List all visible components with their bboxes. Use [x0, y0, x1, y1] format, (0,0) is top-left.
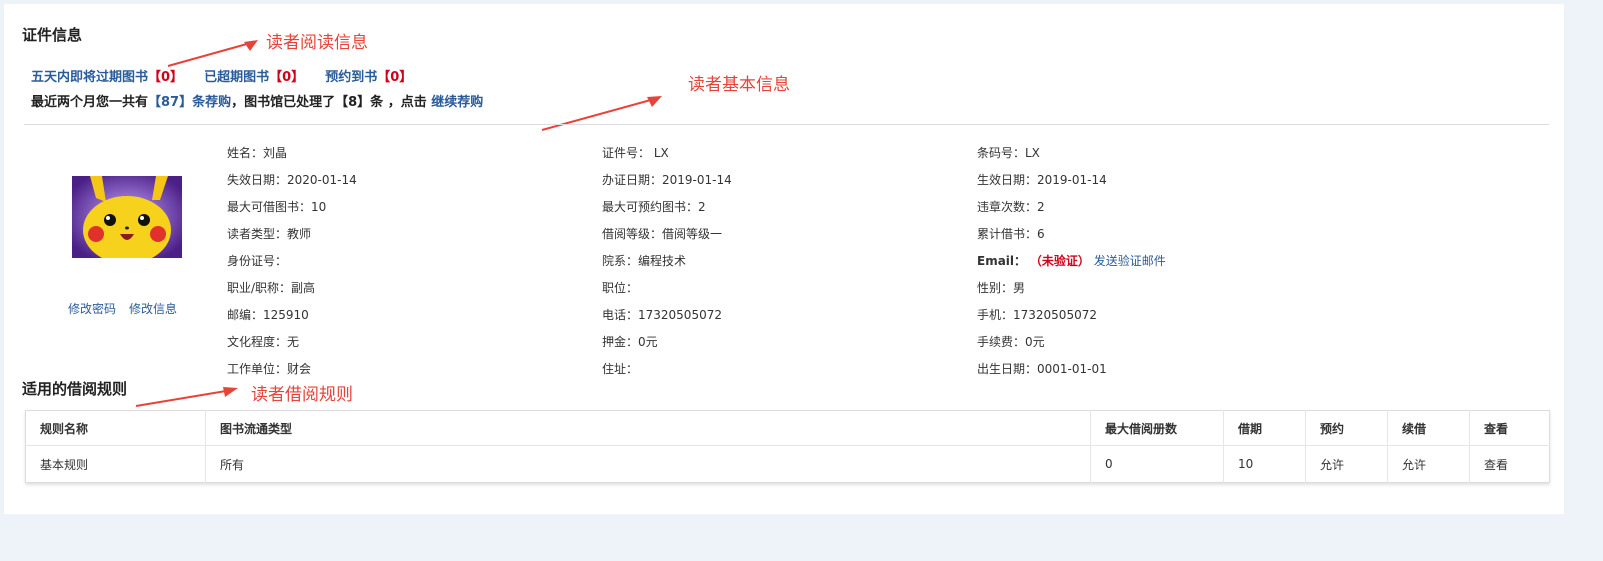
- info-work-unit: 工作单位：财会: [227, 362, 312, 376]
- table-header-row: 规则名称 图书流通类型 最大借阅册数 借期 预约 续借 查看: [25, 410, 1550, 446]
- purchase-link[interactable]: 条荐购: [192, 95, 231, 110]
- arrow-icon: [167, 40, 258, 67]
- info-effective-date: 生效日期：2019-01-14: [977, 173, 1107, 187]
- overdue-books-link[interactable]: 已超期图书: [204, 70, 269, 85]
- cell-renew: 允许: [1387, 445, 1470, 483]
- certificate-title: 证件信息: [22, 26, 83, 44]
- overdue-count: 【0】: [269, 70, 305, 85]
- info-gender: 性别：男: [977, 281, 1026, 295]
- info-issue-date: 办证日期：2019-01-14: [602, 173, 732, 187]
- info-fee: 手续费：0元: [977, 335, 1045, 349]
- info-column-2: 证件号： LX 办证日期：2019-01-14 最大可预约图书：2 借阅等级：借…: [602, 140, 732, 383]
- change-info-link[interactable]: 修改信息: [129, 300, 177, 317]
- continue-purchase-link[interactable]: 继续荐购: [431, 95, 483, 110]
- info-name: 姓名：刘晶: [227, 146, 288, 160]
- info-occupation: 职业/职称：副高: [227, 281, 316, 295]
- column-reserve: 预约: [1305, 410, 1388, 446]
- info-max-reserve: 最大可预约图书：2: [602, 200, 706, 214]
- cell-rule-name: 基本规则: [25, 445, 206, 483]
- column-renew: 续借: [1387, 410, 1470, 446]
- info-barcode: 条码号：LX: [977, 146, 1040, 160]
- purchase-summary: 最近两个月您一共有【87】条荐购，图书馆已处理了【8】条 ，点击 继续荐购: [31, 91, 483, 110]
- send-verification-link[interactable]: 发送验证邮件: [1094, 254, 1166, 268]
- arrow-icon: [135, 387, 238, 407]
- info-reader-type: 读者类型：教师: [227, 227, 312, 241]
- reserved-count: 【0】: [377, 70, 413, 85]
- divider: [24, 124, 1549, 125]
- info-violations: 违章次数：2: [977, 200, 1045, 214]
- info-education: 文化程度：无: [227, 335, 300, 349]
- cell-reserve: 允许: [1305, 445, 1388, 483]
- reader-avatar: [72, 176, 182, 258]
- cell-loan-period: 10: [1223, 445, 1306, 483]
- info-card-number: 证件号： LX: [602, 146, 669, 160]
- info-column-1: 姓名：刘晶 失效日期：2020-01-14 最大可借图书：10 读者类型：教师 …: [227, 140, 357, 383]
- info-deposit: 押金：0元: [602, 335, 658, 349]
- table-row: 基本规则 所有 0 10 允许 允许 查看: [25, 445, 1550, 483]
- info-birth-date: 出生日期：0001-01-01: [977, 362, 1107, 376]
- info-position: 职位：: [602, 281, 639, 295]
- borrow-rules-table: 规则名称 图书流通类型 最大借阅册数 借期 预约 续借 查看 基本规则 所有 0…: [25, 410, 1550, 483]
- info-phone: 电话：17320505072: [602, 308, 722, 322]
- annotation-reading-info: 读者阅读信息: [266, 33, 368, 53]
- pikachu-avatar-icon: [72, 176, 182, 258]
- change-password-link[interactable]: 修改密码: [68, 300, 116, 317]
- purchase-middle: ，图书馆已处理了【8】条 ，点击: [231, 95, 427, 110]
- column-loan-period: 借期: [1223, 410, 1306, 446]
- info-address: 住址：: [602, 362, 639, 376]
- info-max-borrow: 最大可借图书：10: [227, 200, 327, 214]
- info-borrow-level: 借阅等级：借阅等级一: [602, 227, 723, 241]
- view-rule-link[interactable]: 查看: [1470, 446, 1550, 483]
- column-rule-name: 规则名称: [25, 410, 206, 446]
- info-postcode: 邮编：125910: [227, 308, 309, 322]
- info-department: 院系：编程技术: [602, 254, 687, 268]
- info-id-number: 身份证号：: [227, 254, 288, 268]
- info-total-borrowed: 累计借书：6: [977, 227, 1045, 241]
- info-expire-date: 失效日期：2020-01-14: [227, 173, 357, 187]
- purchase-count-link[interactable]: 【87】: [148, 95, 192, 110]
- expiring-books-link[interactable]: 五天内即将过期图书: [31, 70, 148, 85]
- column-max-borrow: 最大借阅册数: [1090, 410, 1224, 446]
- cell-max-borrow: 0: [1090, 445, 1224, 483]
- email-status: （未验证）: [1029, 254, 1090, 268]
- column-circulation-type: 图书流通类型: [205, 410, 1091, 446]
- email-label: Email：: [977, 254, 1027, 268]
- arrow-icon: [541, 96, 662, 131]
- info-email-row: Email： （未验证） 发送验证邮件: [977, 248, 1166, 275]
- info-column-3: 条码号：LX 生效日期：2019-01-14 违章次数：2 累计借书：6 Ema…: [977, 140, 1166, 383]
- reserved-books-link[interactable]: 预约到书: [325, 70, 377, 85]
- column-view: 查看: [1469, 410, 1550, 446]
- reading-status-line: 五天内即将过期图书【0】 已超期图书【0】 预约到书【0】: [31, 66, 412, 85]
- annotation-borrow-rules: 读者借阅规则: [251, 385, 353, 405]
- info-mobile: 手机：17320505072: [977, 308, 1097, 322]
- annotation-basic-info: 读者基本信息: [688, 75, 790, 95]
- cell-circulation-type: 所有: [205, 445, 1091, 483]
- borrow-rules-title: 适用的借阅规则: [22, 380, 128, 398]
- reader-info-card: 证件信息 读者阅读信息 五天内即将过期图书【0】 已超期图书【0】 预约到书【0…: [4, 4, 1564, 514]
- purchase-prefix: 最近两个月您一共有: [31, 95, 149, 110]
- expiring-count: 【0】: [148, 70, 184, 85]
